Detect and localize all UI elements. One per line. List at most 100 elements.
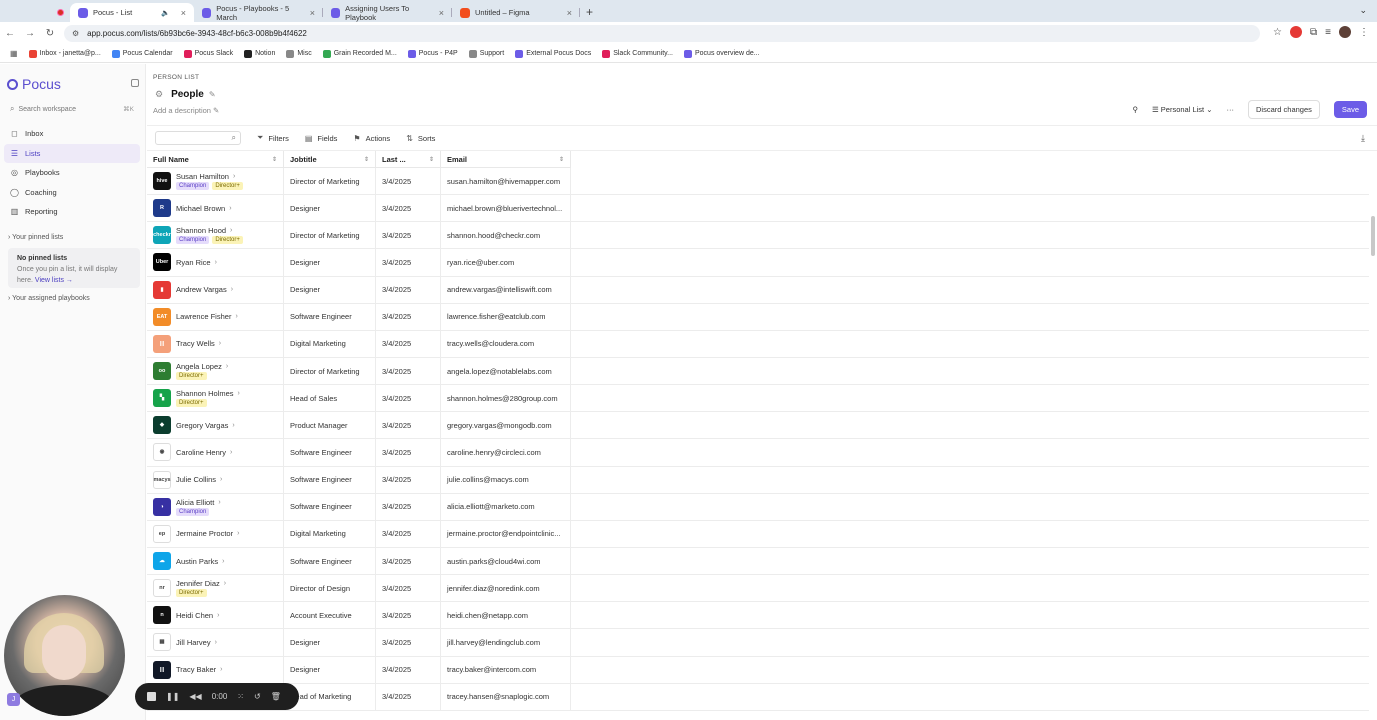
pause-icon[interactable]: ❚❚ (166, 692, 179, 701)
jobtitle-cell[interactable]: Digital Marketing (284, 520, 376, 547)
fields-button[interactable]: ▤ Fields (305, 134, 338, 143)
person-name-row[interactable]: Heidi Chen › (176, 611, 219, 620)
person-name-row[interactable]: Shannon Holmes › (176, 389, 240, 398)
restart-icon[interactable]: ↺ (254, 692, 261, 701)
name-cell[interactable]: EAT Lawrence Fisher › (147, 303, 284, 330)
person-name[interactable]: Jill Harvey (176, 638, 211, 647)
person-name[interactable]: Shannon Holmes (176, 389, 234, 398)
back-icon[interactable]: ← (0, 28, 20, 39)
bookmark-item[interactable]: Pocus Slack (183, 49, 233, 58)
sidebar-item-coaching[interactable]: ◯ Coaching (4, 183, 140, 203)
table-row[interactable]: ▦ Jill Harvey › Designer 3/4/2025 jill.harvey… (147, 629, 1369, 657)
person-name-row[interactable]: Susan Hamilton › (176, 172, 243, 181)
person-name[interactable]: Caroline Henry (176, 448, 226, 457)
reload-icon[interactable]: ↻ (40, 28, 60, 39)
jobtitle-cell[interactable]: Software Engineer (284, 303, 376, 330)
jobtitle-cell[interactable]: Product Manager (284, 412, 376, 439)
person-name-row[interactable]: Andrew Vargas › (176, 285, 233, 294)
tab-close-icon[interactable]: × (567, 8, 572, 18)
email-cell[interactable]: andrew.vargas@intelliswift.com (441, 276, 571, 303)
jobtitle-cell[interactable]: Designer (284, 276, 376, 303)
browser-tab[interactable]: Pocus - List 🔈 × (70, 3, 194, 22)
person-name-row[interactable]: Ryan Rice › (176, 258, 217, 267)
last-activity-cell[interactable]: 3/4/2025 (376, 656, 441, 683)
last-activity-cell[interactable]: 3/4/2025 (376, 276, 441, 303)
last-activity-cell[interactable]: 3/4/2025 (376, 195, 441, 222)
person-name[interactable]: Alicia Elliott (176, 498, 214, 507)
sidebar-item-lists[interactable]: ☰ Lists (4, 143, 140, 163)
last-activity-cell[interactable]: 3/4/2025 (376, 357, 441, 385)
save-button[interactable]: Save (1333, 101, 1367, 118)
chevron-right-icon[interactable]: › (224, 580, 226, 587)
email-cell[interactable]: michael.brown@bluerivertechnol... (441, 195, 571, 222)
person-name-row[interactable]: Jennifer Diaz › (176, 579, 226, 588)
last-activity-cell[interactable]: 3/4/2025 (376, 303, 441, 330)
last-activity-cell[interactable]: 3/4/2025 (376, 385, 441, 412)
last-activity-cell[interactable]: 3/4/2025 (376, 168, 441, 195)
person-name[interactable]: Susan Hamilton (176, 172, 229, 181)
bookmark-item[interactable]: Grain Recorded M... (322, 49, 397, 58)
list-type-dropdown[interactable]: ☰ Personal List ⌄ (1152, 105, 1213, 114)
jobtitle-cell[interactable]: Head of Sales (284, 385, 376, 412)
scrollbar[interactable] (1371, 216, 1375, 256)
sort-arrows-icon[interactable]: ⇕ (272, 156, 277, 163)
last-activity-cell[interactable]: 3/4/2025 (376, 466, 441, 493)
name-cell[interactable]: ||| Tracy Wells › (147, 330, 284, 357)
chevron-right-icon[interactable]: › (230, 227, 232, 234)
sidebar-item-reporting[interactable]: ▥ Reporting (4, 202, 140, 222)
name-cell[interactable]: ◑ Alicia Elliott › Champion (147, 493, 284, 520)
edit-title-icon[interactable]: ✎ (209, 90, 216, 99)
table-row[interactable]: hive Susan Hamilton › Champion Director+ Dire… (147, 168, 1369, 196)
email-cell[interactable]: gregory.vargas@mongodb.com (441, 412, 571, 439)
actions-button[interactable]: ⚑ Actions (353, 134, 390, 143)
bookmark-item[interactable]: Support (468, 49, 504, 58)
email-cell[interactable]: alicia.elliott@marketo.com (441, 493, 571, 520)
column-header[interactable]: Jobtitle ⇕ (284, 151, 376, 167)
table-row[interactable]: ep Jermaine Proctor › Digital Marketing 3/4/… (147, 520, 1369, 548)
bookmark-item[interactable]: Pocus overview de... (683, 49, 760, 58)
table-row[interactable]: ◉ Caroline Henry › Software Engineer 3/4/202… (147, 439, 1369, 467)
chevron-right-icon[interactable]: › (215, 639, 217, 646)
email-cell[interactable]: jermaine.proctor@endpointclinic... (441, 520, 571, 547)
table-row[interactable]: macys Julie Collins › Software Engineer 3/4/… (147, 466, 1369, 494)
pinned-lists-header[interactable]: › Your pinned lists (8, 234, 63, 241)
table-row[interactable]: ◑ Alicia Elliott › Champion Software Enginee… (147, 493, 1369, 521)
email-cell[interactable]: julie.collins@macys.com (441, 466, 571, 493)
tab-audio-icon[interactable]: 🔈 (161, 9, 170, 17)
chevron-right-icon[interactable]: › (219, 340, 221, 347)
person-name[interactable]: Tracy Baker (176, 665, 216, 674)
browser-tab[interactable]: Pocus - Playbooks - 5 March × (194, 3, 323, 22)
extension-icon[interactable] (1290, 26, 1303, 38)
jobtitle-cell[interactable]: Designer (284, 249, 376, 276)
sorts-button[interactable]: ⇅ Sorts (406, 134, 435, 143)
download-icon[interactable]: ⤓ (1361, 133, 1365, 144)
table-row[interactable]: nr Jennifer Diaz › Director+ Director of Des… (147, 575, 1369, 603)
page-title[interactable]: People (171, 89, 204, 100)
jobtitle-cell[interactable]: Software Engineer (284, 493, 376, 520)
email-cell[interactable]: tracy.wells@cloudera.com (441, 330, 571, 357)
pocus-logo[interactable]: Pocus (7, 76, 61, 92)
jobtitle-cell[interactable]: Director of Marketing (284, 357, 376, 385)
email-cell[interactable]: ryan.rice@uber.com (441, 249, 571, 276)
table-row[interactable]: ☁ Austin Parks › Software Engineer 3/4/2025 a… (147, 547, 1369, 576)
sidebar-item-inbox[interactable]: ◻ Inbox (4, 124, 140, 144)
table-row[interactable]: EAT Lawrence Fisher › Software Engineer 3/4/… (147, 303, 1369, 331)
bookmark-item[interactable]: External Pocus Docs (515, 49, 591, 58)
chevron-right-icon[interactable]: › (232, 422, 234, 429)
last-activity-cell[interactable]: 3/4/2025 (376, 249, 441, 276)
tab-close-icon[interactable]: × (439, 8, 444, 18)
view-lists-link[interactable]: View lists → (35, 277, 73, 284)
person-name-row[interactable]: Austin Parks › (176, 557, 224, 566)
name-cell[interactable]: ▚ Shannon Holmes › Director+ (147, 385, 284, 412)
chevron-right-icon[interactable]: › (220, 476, 222, 483)
person-name-row[interactable]: Julie Collins › (176, 475, 222, 484)
bookmark-item[interactable]: Pocus Calendar (111, 49, 173, 58)
chevron-right-icon[interactable]: › (215, 259, 217, 266)
person-name[interactable]: Austin Parks (176, 557, 218, 566)
browser-tab[interactable]: Untitled – Figma × (452, 3, 580, 22)
name-cell[interactable]: ep Jermaine Proctor › (147, 520, 284, 547)
person-name[interactable]: Jennifer Diaz (176, 579, 220, 588)
media-control-icon[interactable]: ≡ (1325, 27, 1331, 38)
column-header[interactable]: Last ... ⇕ (376, 151, 441, 167)
person-name-row[interactable]: Alicia Elliott › (176, 498, 221, 507)
